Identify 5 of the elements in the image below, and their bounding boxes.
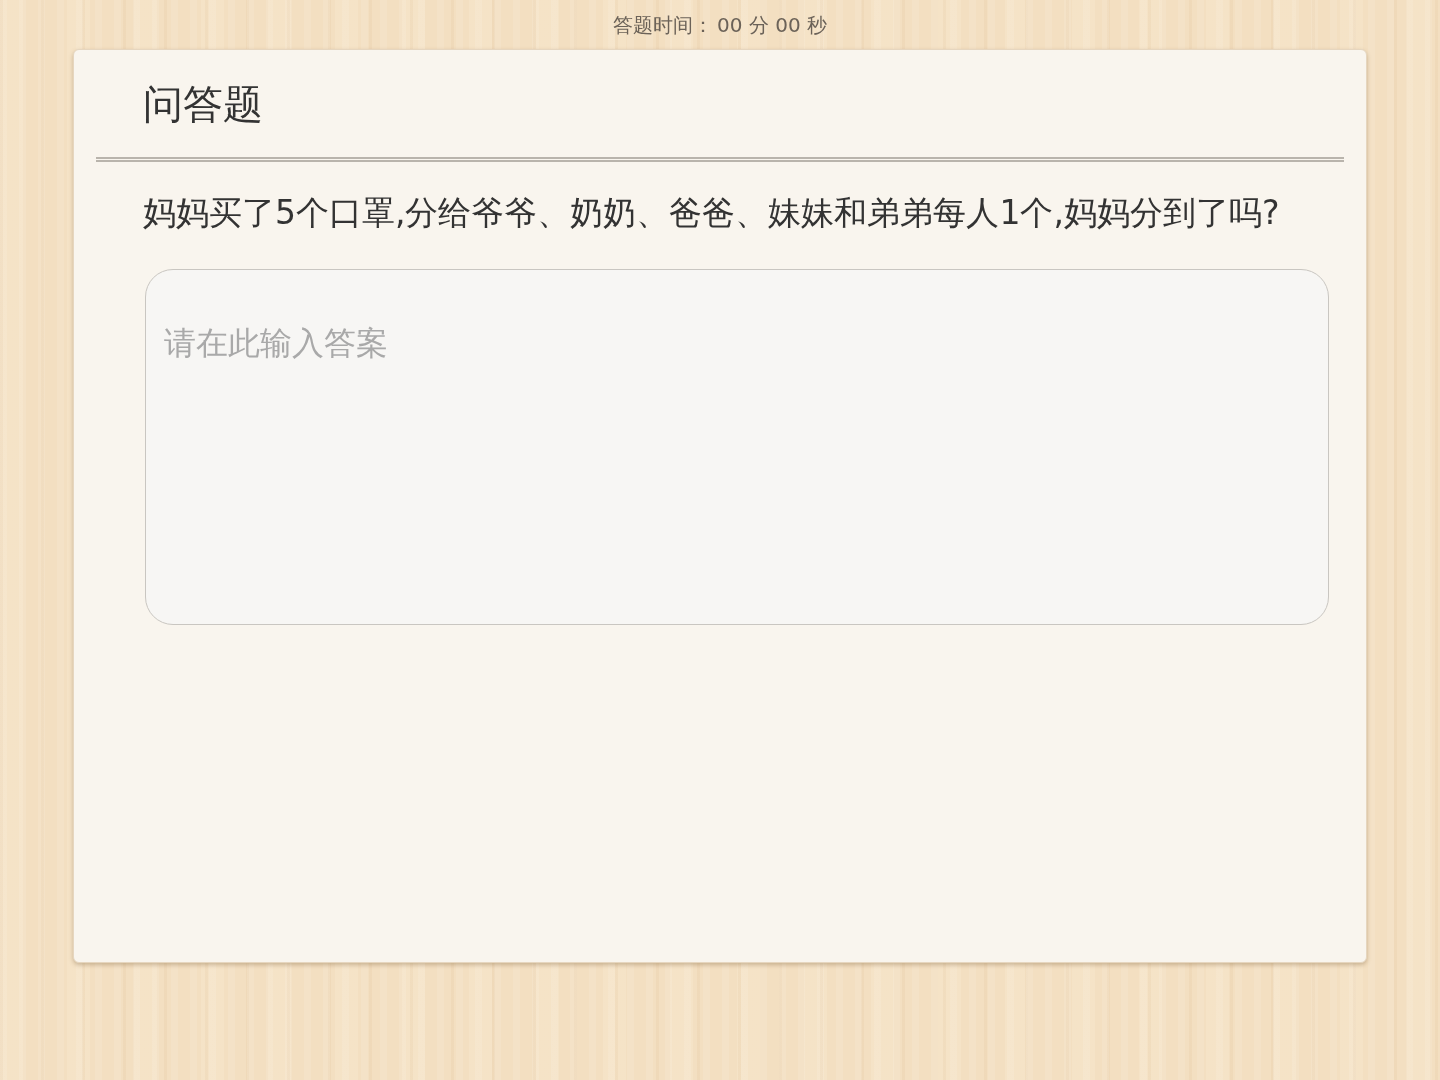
question-type-title: 问答题 <box>143 79 263 128</box>
answer-box[interactable]: 请在此输入答案 <box>145 268 1329 625</box>
timer-label: 答题时间： <box>613 12 713 37</box>
question-text: 妈妈买了5个口罩,分给爷爷、奶奶、爸爸、妹妹和弟弟每人1个,妈妈分到了吗? <box>143 192 1281 234</box>
timer-value: 00 分 00 秒 <box>717 12 827 37</box>
